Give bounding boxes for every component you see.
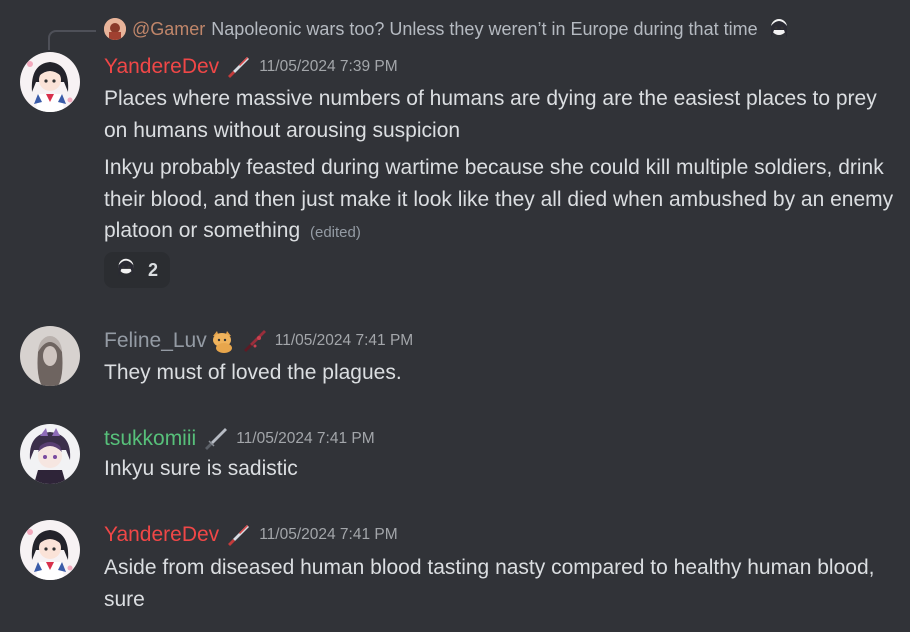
message-paragraph-text: Inkyu probably feasted during wartime be… bbox=[104, 156, 894, 242]
reaction-count: 2 bbox=[148, 259, 159, 280]
username[interactable]: Feline_Luv bbox=[104, 328, 207, 354]
reply-text[interactable]: Napoleonic wars too? Unless they weren’t… bbox=[211, 19, 757, 40]
reply-connector bbox=[48, 30, 96, 50]
avatar[interactable] bbox=[20, 52, 80, 112]
timestamp[interactable]: 11/05/2024 7:41 PM bbox=[259, 525, 397, 545]
reply-preview[interactable]: @Gamer Napoleonic wars too? Unless they … bbox=[104, 16, 792, 42]
avatar[interactable] bbox=[20, 326, 80, 386]
message-header: Feline_Luv 11/05/2024 7:41 PM bbox=[104, 328, 413, 354]
username[interactable]: tsukkomiii bbox=[104, 426, 196, 452]
message-content: Inkyu sure is sadistic bbox=[104, 457, 298, 480]
cat-emoji-icon bbox=[209, 328, 235, 354]
timestamp[interactable]: 11/05/2024 7:41 PM bbox=[275, 331, 413, 351]
message-paragraph-edited: Inkyu probably feasted during wartime be… bbox=[104, 152, 894, 249]
message-group: tsukkomiii 11/05/2024 7:41 PM Inkyu sure… bbox=[0, 408, 910, 504]
message-content: They must of loved the plagues. bbox=[104, 361, 402, 384]
anime-girl-emoji-icon bbox=[114, 256, 138, 285]
knife-icon[interactable] bbox=[225, 522, 251, 548]
message-group: YandereDev 11/05/2024 7:41 PM Aside from… bbox=[0, 504, 910, 632]
timestamp[interactable]: 11/05/2024 7:39 PM bbox=[259, 57, 397, 77]
message-header: YandereDev 11/05/2024 7:41 PM bbox=[104, 522, 398, 548]
username[interactable]: YandereDev bbox=[104, 54, 219, 80]
anime-girl-emoji-icon bbox=[766, 16, 792, 42]
message-group: Feline_Luv 11/05/2024 7:41 PM They must … bbox=[0, 310, 910, 410]
message-content: Aside from diseased human blood tasting … bbox=[104, 556, 875, 611]
message-content: Places where massive numbers of humans a… bbox=[104, 83, 894, 249]
knife-icon[interactable] bbox=[225, 54, 251, 80]
reaction-button[interactable]: 2 bbox=[104, 252, 170, 288]
message-group: @Gamer Napoleonic wars too? Unless they … bbox=[0, 0, 910, 300]
bloody-knife-icon[interactable] bbox=[241, 328, 267, 354]
blade-icon[interactable] bbox=[202, 426, 228, 452]
reply-username[interactable]: @Gamer bbox=[132, 19, 205, 40]
avatar[interactable] bbox=[20, 520, 80, 580]
username[interactable]: YandereDev bbox=[104, 522, 219, 548]
message-header: tsukkomiii 11/05/2024 7:41 PM bbox=[104, 426, 375, 452]
edited-label[interactable]: (edited) bbox=[310, 224, 361, 241]
avatar[interactable] bbox=[20, 424, 80, 484]
message-paragraph: Places where massive numbers of humans a… bbox=[104, 87, 877, 142]
message-header: YandereDev 11/05/2024 7:39 PM bbox=[104, 54, 398, 80]
chat-messages: @Gamer Napoleonic wars too? Unless they … bbox=[0, 0, 910, 632]
reply-avatar[interactable] bbox=[104, 18, 126, 40]
timestamp[interactable]: 11/05/2024 7:41 PM bbox=[236, 429, 374, 449]
